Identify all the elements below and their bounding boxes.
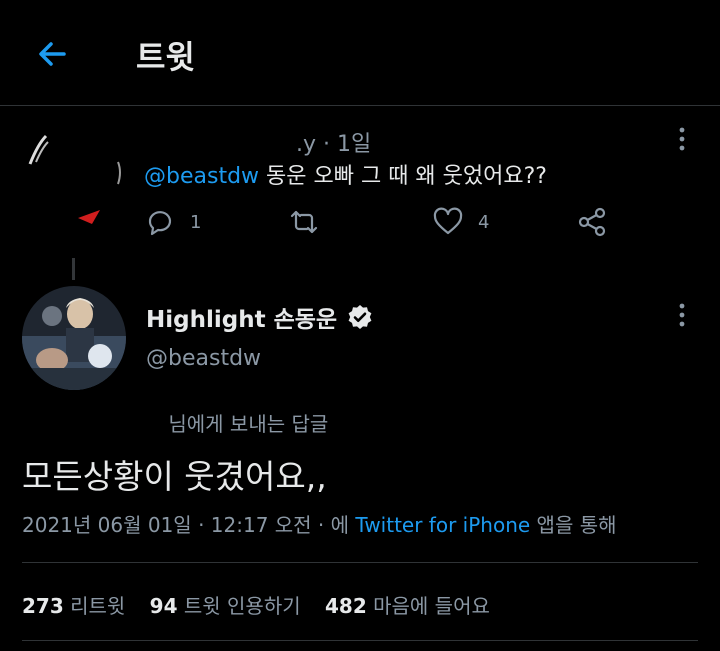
retweets-label: 리트윗 [70,594,126,618]
quotes-count: 94 [149,594,178,618]
retweet-button[interactable] [288,206,320,238]
thread-line [72,258,75,280]
replying-to-name-blurred[interactable] [22,413,162,431]
parent-name-blurred [146,133,296,151]
replying-to-label: 님에게 보내는 답글 [168,412,329,436]
quotes-stat[interactable]: 94 트윗 인용하기 [150,594,301,618]
parent-tweet-text: @beastdw 동운 오빠 그 때 왜 웃었어요?? [144,158,547,190]
parent-time: .y · 1일 [296,132,372,157]
retweet-icon [290,210,318,234]
reply-count: 1 [190,211,202,233]
replying-to-line: 님에게 보내는 답글 [22,408,328,437]
verified-badge-icon [348,305,372,329]
share-icon [578,207,606,237]
tweet-timestamp: 2021년 06월 01일 · 12:17 오전 · 에 [22,513,356,537]
more-options-icon[interactable] [672,126,692,152]
likes-count: 482 [325,594,367,618]
likes-label: 마음에 들어요 [373,594,490,618]
tweet-source-link[interactable]: Twitter for iPhone [355,513,530,537]
reply-icon [148,211,172,236]
heart-icon [433,207,463,235]
divider [22,562,698,563]
tweet-timestamp-line: 2021년 06월 01일 · 12:17 오전 · 에 Twitter for… [22,509,617,538]
page-title: 트윗 [136,38,195,76]
tweet-stats: 273 리트윗 94 트윗 인용하기 482 마음에 들어요 [22,590,490,619]
back-arrow-icon[interactable] [34,36,70,72]
likes-stat[interactable]: 482 마음에 들어요 [325,594,490,618]
retweets-stat[interactable]: 273 리트윗 [22,594,125,618]
divider [22,640,698,641]
top-bar: 트윗 [0,0,720,106]
parent-tweet-body: 동운 오빠 그 때 왜 웃었어요?? [259,164,547,189]
share-button[interactable] [576,206,608,238]
author-avatar[interactable] [22,286,126,390]
parent-meta: .y · 1일 [146,126,371,158]
like-button[interactable]: 4 [432,206,489,238]
parent-avatar[interactable] [22,126,130,234]
reply-button[interactable]: 1 [144,206,201,238]
parent-action-bar: 1 4 [144,206,614,246]
like-count: 4 [478,211,490,233]
author-handle: @beastdw [146,346,262,371]
quotes-label: 트윗 인용하기 [183,594,301,618]
mention-link[interactable]: @beastdw [144,164,259,189]
more-options-icon[interactable] [672,302,692,328]
author-name[interactable]: Highlight 손동운 [146,300,337,334]
retweets-count: 273 [22,594,64,618]
tweet-text: 모든상황이 웃겼어요,, [22,457,327,496]
tweet-source-suffix: 앱을 통해 [530,513,617,537]
author-name-row[interactable]: Highlight 손동운 [146,300,373,334]
